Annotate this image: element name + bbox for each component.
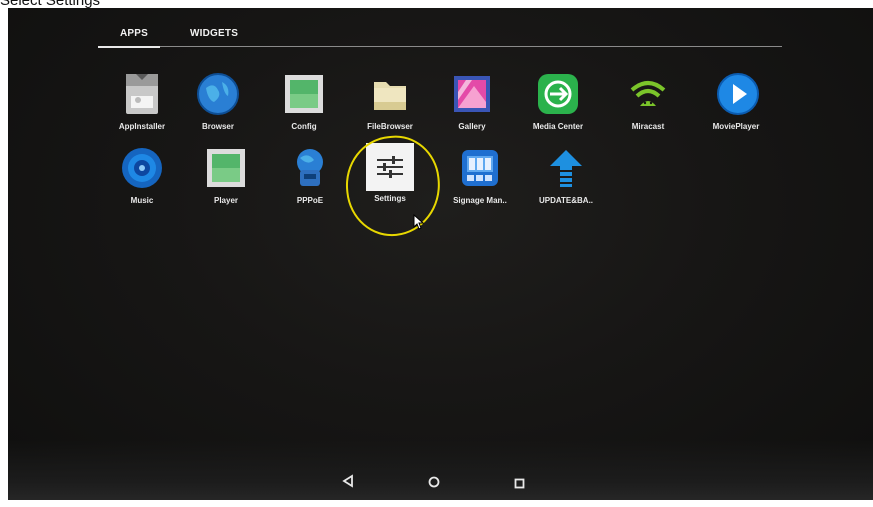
recents-square-icon xyxy=(514,478,525,489)
app-label: AppInstaller xyxy=(118,122,166,131)
update-arrow-icon xyxy=(544,146,588,190)
back-triangle-icon xyxy=(342,474,353,488)
app-label: Music xyxy=(130,196,154,205)
tab-divider xyxy=(160,46,782,47)
signage-icon xyxy=(458,146,502,190)
app-music[interactable]: Music xyxy=(104,146,180,205)
app-pppoe[interactable]: PPPoE xyxy=(272,146,348,205)
globe-icon xyxy=(196,72,240,116)
recents-button[interactable] xyxy=(514,476,525,494)
home-circle-icon xyxy=(428,476,440,488)
tab-indicator xyxy=(98,46,160,48)
app-browser[interactable]: Browser xyxy=(180,72,256,131)
pppoe-icon xyxy=(288,146,332,190)
app-filebrowser[interactable]: FileBrowser xyxy=(352,72,428,131)
android-screen: APPS WIDGETS AppInstaller Browser Config… xyxy=(8,8,873,500)
app-label: MoviePlayer xyxy=(712,122,760,131)
back-button[interactable] xyxy=(342,474,354,493)
app-media-center[interactable]: Media Center xyxy=(520,72,596,131)
config-icon xyxy=(282,72,326,116)
folder-icon xyxy=(368,72,412,116)
app-label: Miracast xyxy=(631,122,665,131)
app-appinstaller[interactable]: AppInstaller xyxy=(104,72,180,131)
media-center-icon xyxy=(536,72,580,116)
play-icon xyxy=(714,72,759,116)
app-label: Media Center xyxy=(532,122,584,131)
app-movieplayer[interactable]: MoviePlayer xyxy=(698,72,774,131)
home-button[interactable] xyxy=(428,475,440,493)
player-icon xyxy=(204,146,248,190)
app-update-backup[interactable]: UPDATE&BA.. xyxy=(528,146,604,205)
miracast-icon xyxy=(626,72,670,116)
app-label: Signage Man.. xyxy=(453,196,507,205)
mouse-cursor-icon xyxy=(413,213,425,235)
app-label: Player xyxy=(213,196,239,205)
app-config[interactable]: Config xyxy=(266,72,342,131)
app-gallery[interactable]: Gallery xyxy=(434,72,510,131)
app-label: PPPoE xyxy=(296,196,324,205)
app-label: Browser xyxy=(201,122,234,131)
navigation-bar xyxy=(8,440,873,500)
speaker-icon xyxy=(120,146,164,190)
app-label: Config xyxy=(291,122,317,131)
app-miracast[interactable]: Miracast xyxy=(610,72,686,131)
app-label: FileBrowser xyxy=(367,122,413,131)
app-label: UPDATE&BA.. xyxy=(538,196,594,205)
app-player[interactable]: Player xyxy=(188,146,264,205)
appinstaller-icon xyxy=(120,72,164,116)
app-signage-manager[interactable]: Signage Man.. xyxy=(442,146,518,205)
app-label: Gallery xyxy=(458,122,486,131)
tab-apps[interactable]: APPS xyxy=(120,28,148,39)
gallery-icon xyxy=(450,72,494,116)
caption: Select Settings xyxy=(0,0,101,9)
tab-widgets[interactable]: WIDGETS xyxy=(190,28,238,39)
